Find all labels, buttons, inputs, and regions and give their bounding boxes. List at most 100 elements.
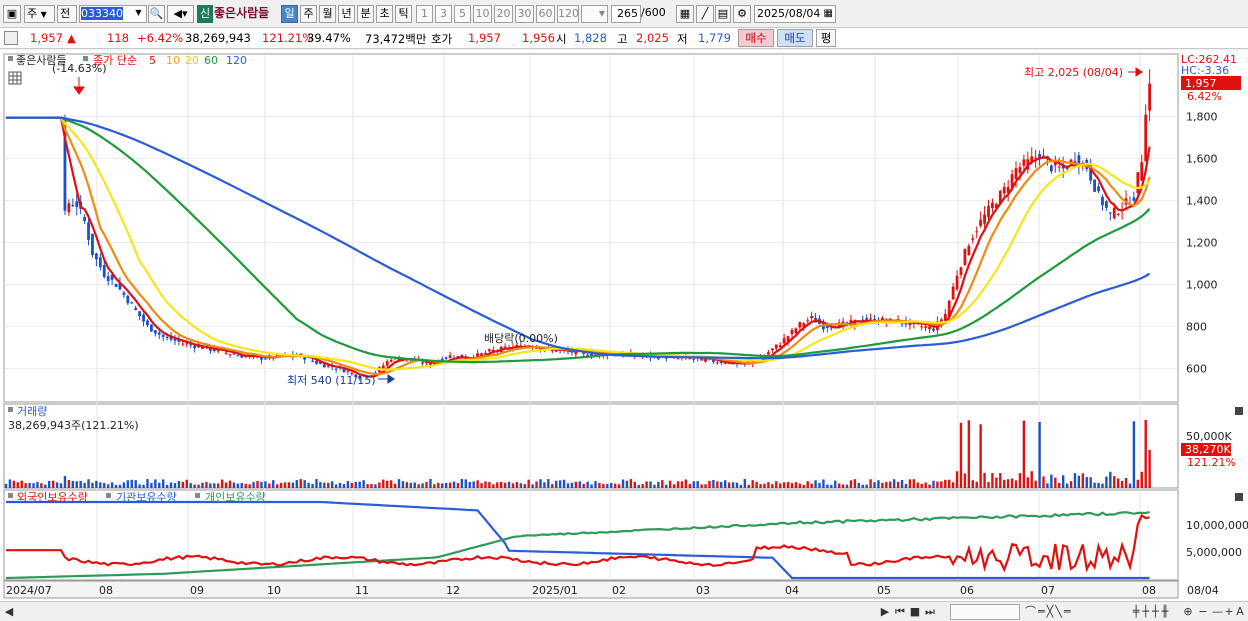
search-zoom-icon[interactable]: ⊕ xyxy=(1182,604,1194,620)
volume-bar xyxy=(28,482,31,488)
volume-bar xyxy=(1089,477,1092,488)
volume-bar xyxy=(36,482,39,488)
minute-option[interactable]: 10 xyxy=(473,5,492,23)
scroll-bar[interactable]: ◀ ▶ ⏮ ■ ⏭ ⌒═╳╲═ ╪┼┼╫ ⊕ − — + A xyxy=(0,601,1248,621)
x-axis-label: 12 xyxy=(446,584,460,597)
checkbox-icon[interactable] xyxy=(4,31,18,45)
candle-body xyxy=(444,357,448,359)
reset-icon[interactable]: — xyxy=(1212,604,1223,620)
zoom-slider[interactable] xyxy=(950,604,1020,620)
font-icon[interactable]: A xyxy=(1235,604,1245,620)
minus-icon[interactable]: − xyxy=(1198,604,1208,620)
speaker-icon[interactable]: ◀▾ xyxy=(167,5,194,23)
volume-bar xyxy=(841,484,845,488)
volume-bar xyxy=(814,480,817,488)
legend-individual: 개인보유수량 xyxy=(205,491,266,504)
candle-body xyxy=(106,276,110,282)
volume-bar xyxy=(861,484,864,488)
close-panel-icon[interactable] xyxy=(1235,493,1243,501)
table-icon[interactable] xyxy=(8,71,22,85)
volume-bar xyxy=(158,482,161,488)
volume-bar xyxy=(492,484,495,488)
close-panel-icon[interactable] xyxy=(1235,407,1243,415)
volume-bar xyxy=(169,482,173,488)
sell-button[interactable]: 매도 xyxy=(777,29,813,47)
volume-bar xyxy=(83,482,86,488)
candle-body xyxy=(1022,159,1026,166)
drawing-tools-icon[interactable]: ⌒═╳╲═ xyxy=(1025,604,1115,620)
count-input[interactable]: 265 xyxy=(611,5,641,23)
volume-bar xyxy=(696,481,699,488)
minute-option[interactable]: 5 xyxy=(454,5,471,23)
volume-bar xyxy=(24,483,27,488)
candle-body xyxy=(987,205,990,218)
tab-minute[interactable]: 분 xyxy=(357,5,374,23)
date-input[interactable]: 2025/08/04 ▦ xyxy=(754,5,836,23)
tab-tick[interactable]: 틱 xyxy=(395,5,412,23)
price-tick-label: 1,400 xyxy=(1186,195,1218,208)
chart-area[interactable]: 좋은사람들 종가 단순 5 10 20 60 120 (-14.63%) 배당락… xyxy=(0,50,1248,601)
candle-body xyxy=(774,344,778,349)
volume-bar xyxy=(747,484,750,488)
eval-button[interactable]: 평 xyxy=(816,29,836,47)
tab-second[interactable]: 초 xyxy=(376,5,393,23)
volume-bar xyxy=(1069,481,1073,488)
candle-body xyxy=(185,343,189,345)
minute-option[interactable]: 30 xyxy=(515,5,534,23)
volume-bar xyxy=(484,481,487,488)
volume-bar xyxy=(826,484,829,488)
candle-body xyxy=(1097,186,1100,192)
volume-bar xyxy=(283,482,287,488)
candle-body xyxy=(134,307,138,310)
scroll-left-icon[interactable]: ◀ xyxy=(3,604,15,620)
tab-day[interactable]: 일 xyxy=(281,5,298,23)
volume-bar xyxy=(857,483,861,488)
x-axis-label: 05 xyxy=(877,584,891,597)
volume-panel xyxy=(3,403,1179,489)
minute-option[interactable]: 1 xyxy=(416,5,433,23)
search-icon[interactable]: 🔍 xyxy=(148,5,165,23)
volume-bar xyxy=(665,484,668,488)
scroll-start-icon[interactable]: ⏮ xyxy=(893,604,907,620)
high-annotation: 최고 2,025 (08/04) xyxy=(1024,66,1123,79)
minute-option[interactable]: 3 xyxy=(435,5,452,23)
volume-bar xyxy=(213,483,216,488)
chevron-down-icon[interactable]: ▼ xyxy=(131,5,146,23)
period-week-dropdown[interactable]: 주 ▼ xyxy=(24,5,55,23)
volume-bar xyxy=(896,481,900,488)
prev-label[interactable]: 전 xyxy=(57,5,77,23)
save-icon[interactable]: ▤ xyxy=(715,5,731,23)
tab-year[interactable]: 년 xyxy=(338,5,355,23)
stop-icon[interactable]: ■ xyxy=(909,604,921,620)
plus-icon[interactable]: + xyxy=(1224,604,1234,620)
volume-bar xyxy=(1054,477,1057,488)
volume-bar xyxy=(248,484,251,488)
gear-icon[interactable]: ⚙ xyxy=(733,5,751,23)
draw-line-icon[interactable]: ╱ xyxy=(696,5,714,23)
tab-week[interactable]: 주 xyxy=(300,5,317,23)
minute-dropdown[interactable]: ▼ xyxy=(581,5,608,23)
volume-bar xyxy=(4,483,8,488)
volume-bar xyxy=(940,481,943,488)
volume-bar xyxy=(401,481,405,488)
x-axis-band xyxy=(3,580,1179,599)
volume-bar xyxy=(232,482,236,488)
buy-button[interactable]: 매수 xyxy=(738,29,774,47)
volume-bar xyxy=(1034,480,1037,488)
legend-ma5: 5 xyxy=(149,54,156,67)
grid-icon[interactable]: ▦ xyxy=(676,5,694,23)
minute-option[interactable]: 120 xyxy=(557,5,579,23)
calendar-icon[interactable]: ▦ xyxy=(824,6,833,22)
chart-type-icon[interactable]: ▣ xyxy=(3,5,21,23)
volume-bar xyxy=(625,480,629,488)
minute-option[interactable]: 60 xyxy=(536,5,555,23)
stock-name: 좋은사람들 xyxy=(214,6,270,20)
view-tools-icon[interactable]: ╪┼┼╫ xyxy=(1122,604,1182,620)
candle-body xyxy=(150,324,153,332)
scroll-end-icon[interactable]: ⏭ xyxy=(923,604,937,620)
candle-body xyxy=(1057,166,1061,168)
scroll-right-icon[interactable]: ▶ xyxy=(879,604,891,620)
volume-bar xyxy=(405,482,409,488)
tab-month[interactable]: 월 xyxy=(319,5,336,23)
minute-option[interactable]: 20 xyxy=(494,5,513,23)
